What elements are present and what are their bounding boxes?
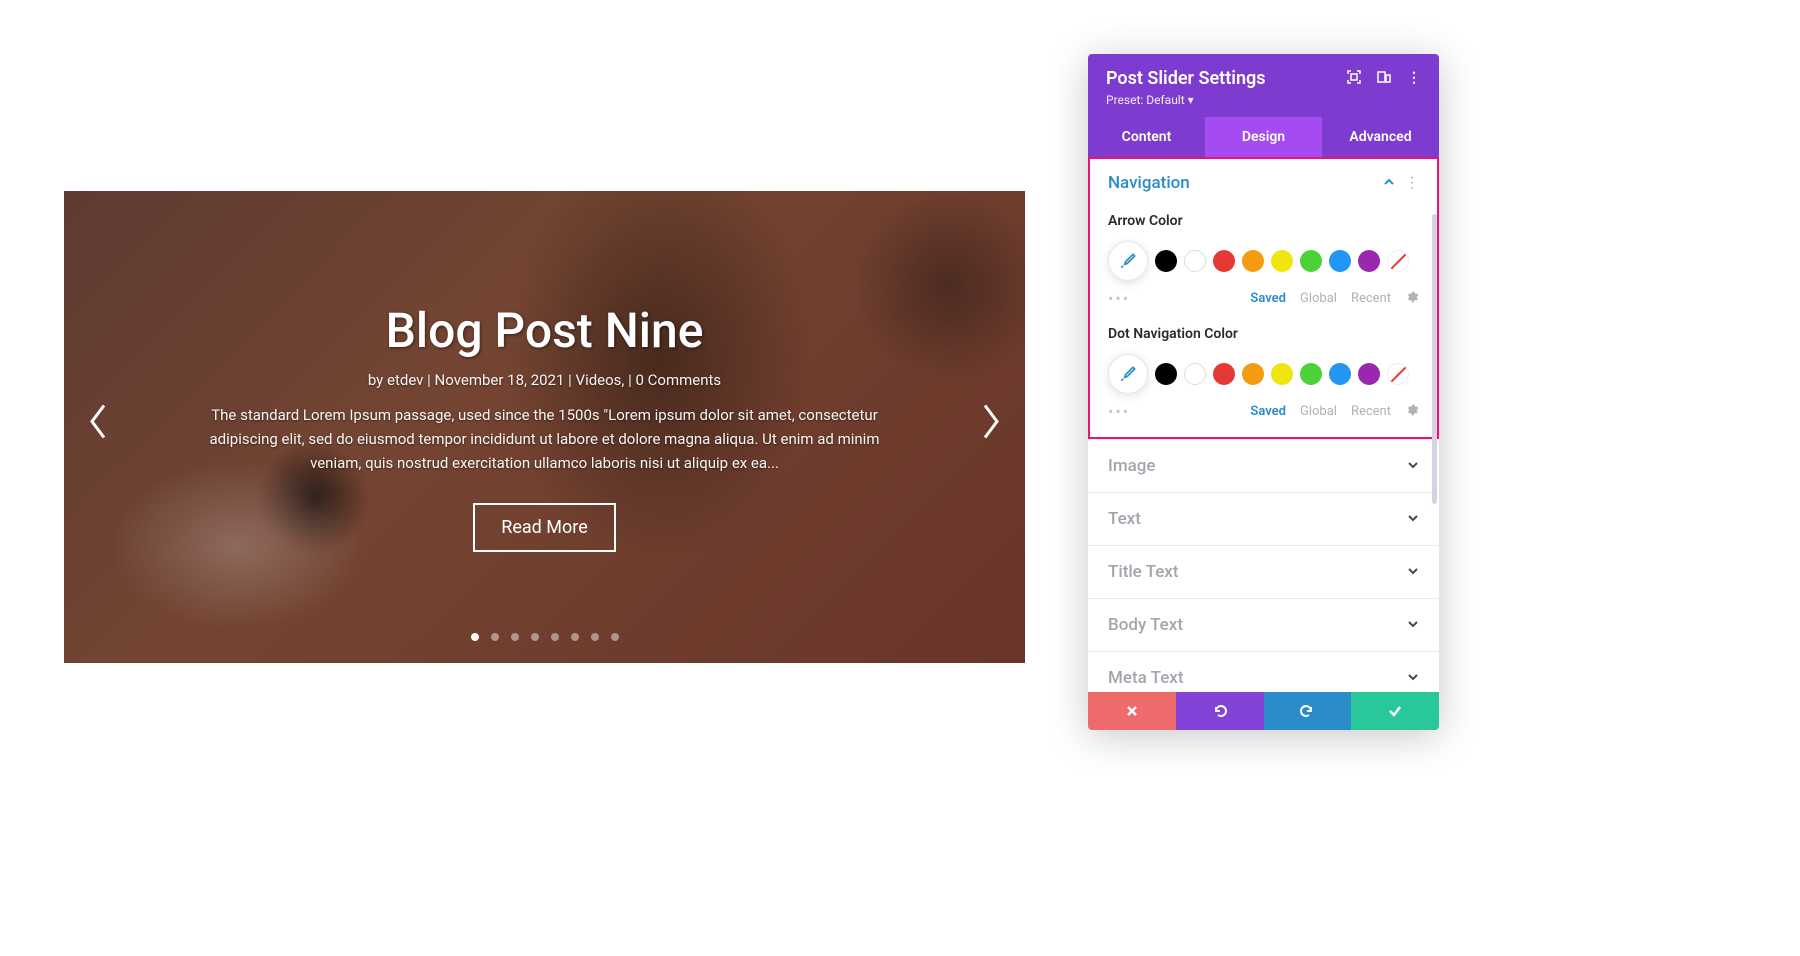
section-image: Image: [1088, 440, 1439, 493]
color-swatch[interactable]: [1300, 363, 1322, 385]
section-navigation-label: Navigation: [1108, 173, 1190, 193]
save-button[interactable]: [1351, 692, 1439, 730]
undo-button[interactable]: [1176, 692, 1264, 730]
color-swatch[interactable]: [1242, 363, 1264, 385]
dot-color-label: Dot Navigation Color: [1108, 326, 1419, 342]
slider-dot[interactable]: [551, 633, 559, 641]
gear-icon[interactable]: [1405, 403, 1419, 421]
section-meta-text: Meta Text: [1088, 652, 1439, 692]
responsive-icon[interactable]: [1377, 70, 1391, 88]
tab-advanced[interactable]: Advanced: [1322, 117, 1439, 157]
slider-dot[interactable]: [611, 633, 619, 641]
section-body-text-label: Body Text: [1108, 615, 1183, 635]
section-navigation: Navigation ⋮ Arrow Color ••• Saved Globa…: [1088, 157, 1439, 440]
section-title-text: Title Text: [1088, 546, 1439, 599]
color-swatch[interactable]: [1358, 363, 1380, 385]
color-swatch[interactable]: [1300, 250, 1322, 272]
color-swatch[interactable]: [1271, 250, 1293, 272]
chevron-down-icon: [1407, 671, 1419, 686]
chevron-up-icon: [1383, 176, 1395, 191]
gear-icon[interactable]: [1405, 290, 1419, 308]
slider-dot[interactable]: [491, 633, 499, 641]
slider-next-button[interactable]: [979, 402, 1003, 453]
arrow-palette-tabs: Saved Global Recent: [1250, 290, 1419, 308]
arrow-color-swatches: [1108, 241, 1419, 281]
panel-title: Post Slider Settings: [1106, 68, 1266, 89]
slide-meta: by etdev | November 18, 2021 | Videos, |…: [368, 371, 721, 389]
section-navigation-header[interactable]: Navigation ⋮: [1088, 157, 1439, 209]
slide-title: Blog Post Nine: [386, 302, 704, 359]
panel-tabs: Content Design Advanced: [1088, 117, 1439, 157]
color-swatch[interactable]: [1184, 363, 1206, 385]
section-text: Text: [1088, 493, 1439, 546]
palette-tab-global[interactable]: Global: [1300, 291, 1337, 306]
slider-dot[interactable]: [471, 633, 479, 641]
scrollbar[interactable]: [1432, 214, 1437, 504]
section-title-text-header[interactable]: Title Text: [1088, 546, 1439, 598]
section-meta-text-label: Meta Text: [1108, 668, 1184, 688]
section-image-header[interactable]: Image: [1088, 440, 1439, 492]
color-swatch[interactable]: [1155, 363, 1177, 385]
tab-design[interactable]: Design: [1205, 117, 1322, 157]
expand-icon[interactable]: [1347, 70, 1361, 88]
panel-footer: [1088, 692, 1439, 730]
slider-dot[interactable]: [591, 633, 599, 641]
panel-body: Navigation ⋮ Arrow Color ••• Saved Globa…: [1088, 157, 1439, 692]
color-swatch[interactable]: [1213, 363, 1235, 385]
redo-button[interactable]: [1264, 692, 1352, 730]
color-swatch[interactable]: [1155, 250, 1177, 272]
arrow-color-label: Arrow Color: [1108, 213, 1419, 229]
color-swatch[interactable]: [1242, 250, 1264, 272]
chevron-down-icon: [1407, 565, 1419, 580]
slider-prev-button[interactable]: [86, 402, 110, 453]
section-text-header[interactable]: Text: [1088, 493, 1439, 545]
slider-dot[interactable]: [571, 633, 579, 641]
palette-tab-saved[interactable]: Saved: [1250, 291, 1286, 306]
color-swatch[interactable]: [1329, 250, 1351, 272]
palette-tab-global[interactable]: Global: [1300, 404, 1337, 419]
color-swatch[interactable]: [1213, 250, 1235, 272]
palette-tab-saved[interactable]: Saved: [1250, 404, 1286, 419]
chevron-down-icon: [1407, 512, 1419, 527]
dot-color-swatches: [1108, 354, 1419, 394]
cancel-button[interactable]: [1088, 692, 1176, 730]
eyedropper-icon[interactable]: [1108, 241, 1148, 281]
chevron-down-icon: [1407, 459, 1419, 474]
section-meta-text-header[interactable]: Meta Text: [1088, 652, 1439, 692]
slider-dot[interactable]: [531, 633, 539, 641]
color-swatch[interactable]: [1358, 250, 1380, 272]
color-swatch[interactable]: [1329, 363, 1351, 385]
palette-tab-recent[interactable]: Recent: [1351, 404, 1391, 419]
slider-dot[interactable]: [511, 633, 519, 641]
color-swatch[interactable]: [1271, 363, 1293, 385]
eyedropper-icon[interactable]: [1108, 354, 1148, 394]
kebab-menu-icon[interactable]: ⋮: [1407, 70, 1421, 88]
dot-palette-tabs: Saved Global Recent: [1250, 403, 1419, 421]
color-swatch[interactable]: [1387, 250, 1409, 272]
section-text-label: Text: [1108, 509, 1141, 529]
section-kebab-icon[interactable]: ⋮: [1405, 175, 1419, 191]
color-swatch[interactable]: [1184, 250, 1206, 272]
settings-panel: Post Slider Settings ⋮ Preset: Default ▾…: [1088, 54, 1439, 730]
panel-header: Post Slider Settings ⋮ Preset: Default ▾: [1088, 54, 1439, 117]
section-title-text-label: Title Text: [1108, 562, 1179, 582]
preset-dropdown[interactable]: Preset: Default ▾: [1106, 93, 1421, 107]
read-more-button[interactable]: Read More: [473, 503, 616, 552]
palette-tab-recent[interactable]: Recent: [1351, 291, 1391, 306]
tab-content[interactable]: Content: [1088, 117, 1205, 157]
color-swatch[interactable]: [1387, 363, 1409, 385]
section-body-text-header[interactable]: Body Text: [1088, 599, 1439, 651]
post-slider: Blog Post Nine by etdev | November 18, 2…: [64, 191, 1025, 663]
dot-color-more[interactable]: •••: [1108, 402, 1130, 421]
slide-description: The standard Lorem Ipsum passage, used s…: [184, 403, 905, 475]
section-image-label: Image: [1108, 456, 1156, 476]
chevron-down-icon: [1407, 618, 1419, 633]
slider-dots: [471, 633, 619, 641]
arrow-color-more[interactable]: •••: [1108, 289, 1130, 308]
section-body-text: Body Text: [1088, 599, 1439, 652]
